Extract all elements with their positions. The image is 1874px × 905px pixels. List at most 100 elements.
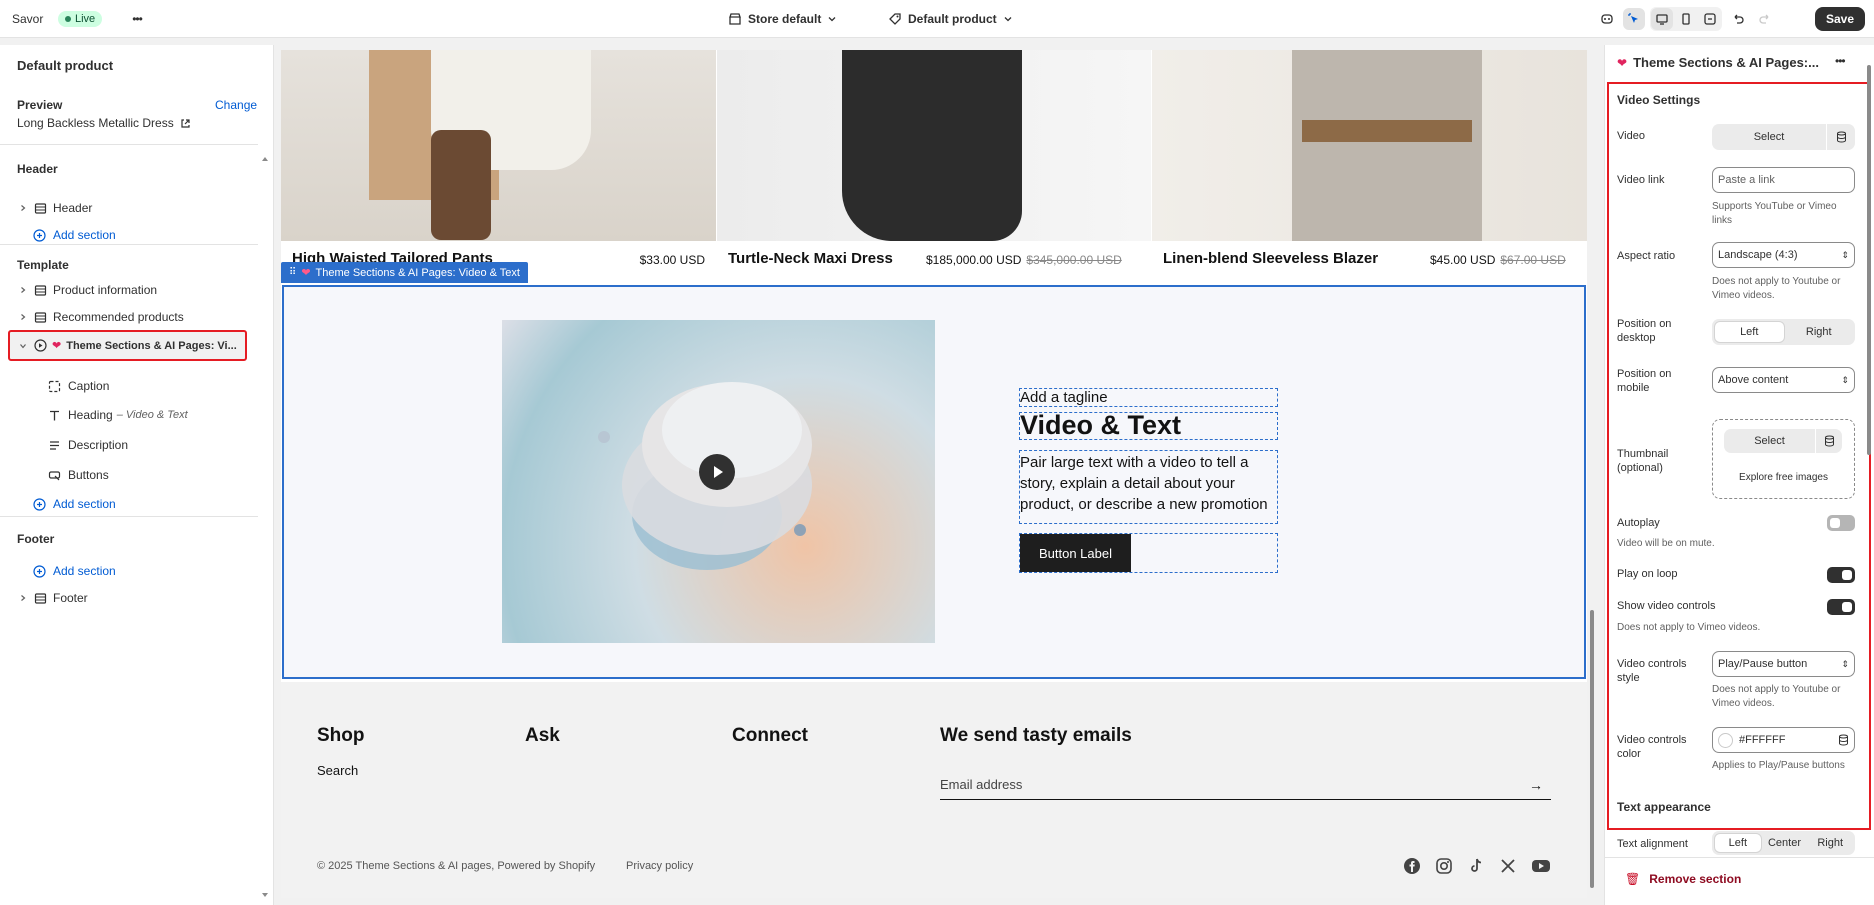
product-price: $185,000.00 USD	[926, 253, 1022, 267]
block-description[interactable]: Description	[0, 432, 274, 458]
inspector-icon[interactable]	[1623, 8, 1645, 30]
chevron-right-icon	[21, 205, 26, 211]
sidebar-item-recommended-products[interactable]: Recommended products	[0, 304, 274, 330]
sidebar-item-video-text-section[interactable]: ❤ Theme Sections & AI Pages: Vi...	[8, 330, 247, 361]
instagram-icon[interactable]	[1435, 857, 1453, 875]
product-image[interactable]	[717, 50, 1151, 241]
sidebar-item-footer[interactable]: Footer	[0, 585, 274, 611]
play-button[interactable]	[699, 454, 735, 490]
footer-group-title: Footer	[17, 532, 55, 546]
cta-button[interactable]: Button Label	[1020, 534, 1131, 572]
product-price-row: $185,000.00 USD $345,000.00 USD	[926, 253, 1122, 267]
explore-free-images-link[interactable]: Explore free images	[1713, 472, 1854, 483]
newsletter-title: We send tasty emails	[940, 725, 1132, 746]
loop-label: Play on loop	[1617, 568, 1678, 580]
controls-color-label: Video controls color	[1617, 734, 1687, 760]
footer-link-search[interactable]: Search	[317, 763, 358, 778]
video-picker: Select	[1712, 124, 1855, 150]
chevron-right-icon	[21, 595, 26, 601]
align-right-option[interactable]: Right	[1807, 833, 1853, 853]
save-button[interactable]: Save	[1815, 7, 1866, 31]
controls-style-select[interactable]: Play/Pause button ⇕	[1712, 651, 1855, 677]
text-icon	[50, 410, 59, 420]
add-section-template[interactable]: Add section	[0, 491, 274, 517]
section-tag[interactable]: ⠿ ❤ Theme Sections & AI Pages: Video & T…	[281, 262, 528, 283]
block-caption[interactable]: Caption	[0, 373, 274, 399]
position-left-option[interactable]: Left	[1714, 321, 1785, 343]
store-selector[interactable]: Store default	[728, 0, 837, 38]
product-photo-blazer	[1292, 50, 1482, 241]
sidebar-item-product-information[interactable]: Product information	[0, 277, 274, 303]
desktop-view-icon[interactable]	[1651, 8, 1673, 30]
copyright: © 2025 Theme Sections & AI pages, Powere…	[317, 860, 596, 872]
video-link-input[interactable]: Paste a link	[1712, 167, 1855, 193]
arrow-right-icon[interactable]: →	[1529, 777, 1543, 793]
chevron-down-icon	[20, 343, 26, 348]
database-icon[interactable]	[1827, 124, 1855, 150]
chevron-right-icon	[21, 287, 26, 293]
paragraph-icon	[50, 440, 59, 450]
more-actions-button[interactable]: •••	[126, 8, 148, 30]
change-link[interactable]: Change	[215, 98, 257, 112]
template-group-title: Template	[17, 258, 69, 272]
mobile-view-icon[interactable]	[1675, 8, 1697, 30]
aspect-ratio-value: Landscape (4:3)	[1718, 249, 1798, 261]
redo-icon[interactable]	[1754, 8, 1776, 30]
aspect-ratio-select[interactable]: Landscape (4:3) ⇕	[1712, 242, 1855, 268]
align-left-option[interactable]: Left	[1714, 833, 1762, 853]
product-title[interactable]: Linen-blend Sleeveless Blazer	[1163, 250, 1378, 267]
store-label: Store default	[748, 12, 822, 26]
color-value: #FFFFFF	[1739, 734, 1786, 746]
settings-scrollbar[interactable]	[1867, 65, 1871, 455]
align-center-option[interactable]: Center	[1762, 833, 1808, 853]
settings-header: ❤ Theme Sections & AI Pages:...	[1617, 55, 1819, 70]
thumbnail-picker: Select	[1724, 429, 1842, 453]
youtube-icon[interactable]	[1531, 857, 1551, 875]
controls-color-input[interactable]: #FFFFFF	[1712, 727, 1855, 753]
undo-icon[interactable]	[1727, 8, 1749, 30]
facebook-icon[interactable]	[1403, 857, 1421, 875]
x-icon[interactable]	[1499, 857, 1517, 875]
show-controls-toggle[interactable]	[1827, 599, 1855, 615]
sidebar-item-header[interactable]: Header	[0, 195, 274, 221]
block-buttons[interactable]: Buttons	[0, 462, 274, 488]
section-icon	[34, 311, 47, 323]
divider	[0, 244, 258, 245]
position-right-option[interactable]: Right	[1785, 321, 1854, 343]
aspect-ratio-help: Does not apply to Youtube or Vimeo video…	[1712, 276, 1841, 301]
newsletter-email-input[interactable]: Email address →	[940, 770, 1551, 800]
settings-more-button[interactable]: •••	[1835, 54, 1846, 68]
product-image[interactable]	[1152, 50, 1587, 241]
text-appearance-title: Text appearance	[1617, 800, 1711, 814]
scroll-down-icon[interactable]	[261, 891, 269, 899]
product-title[interactable]: Turtle-Neck Maxi Dress	[728, 250, 893, 267]
privacy-link[interactable]: Privacy policy	[626, 860, 693, 872]
canvas-scrollbar[interactable]	[1590, 610, 1594, 888]
database-icon[interactable]	[1838, 734, 1849, 746]
fullscreen-icon[interactable]	[1699, 8, 1721, 30]
video-select-button[interactable]: Select	[1712, 124, 1827, 150]
autoplay-help: Video will be on mute.	[1617, 538, 1715, 549]
scroll-up-icon[interactable]	[261, 155, 269, 163]
preview-product[interactable]: Long Backless Metallic Dress	[17, 116, 191, 130]
thumbnail-select-button[interactable]: Select	[1724, 429, 1816, 453]
tag-icon	[889, 13, 901, 25]
thumbnail-dropzone[interactable]: Select Explore free images	[1712, 419, 1855, 499]
position-mobile-select[interactable]: Above content ⇕	[1712, 367, 1855, 393]
color-swatch[interactable]	[1718, 732, 1733, 748]
video-thumbnail[interactable]	[502, 320, 935, 643]
loop-toggle[interactable]	[1827, 567, 1855, 583]
video-label: Video	[1617, 130, 1645, 142]
product-image[interactable]	[281, 50, 716, 241]
template-selector[interactable]: Default product	[888, 0, 1013, 38]
remove-section-button[interactable]: 🗑 Remove section	[1625, 872, 1741, 886]
drag-handle-icon: ⠿	[289, 267, 297, 278]
tiktok-icon[interactable]	[1467, 857, 1485, 875]
block-heading[interactable]: Heading – Video & Text	[0, 402, 274, 428]
tagline-text: Add a tagline	[1020, 389, 1108, 406]
database-icon[interactable]	[1816, 429, 1842, 453]
add-section-footer[interactable]: Add section	[0, 558, 274, 584]
theme-preview-icon[interactable]	[1596, 8, 1618, 30]
app-name[interactable]: Savor	[12, 0, 43, 38]
autoplay-toggle[interactable]	[1827, 515, 1855, 531]
